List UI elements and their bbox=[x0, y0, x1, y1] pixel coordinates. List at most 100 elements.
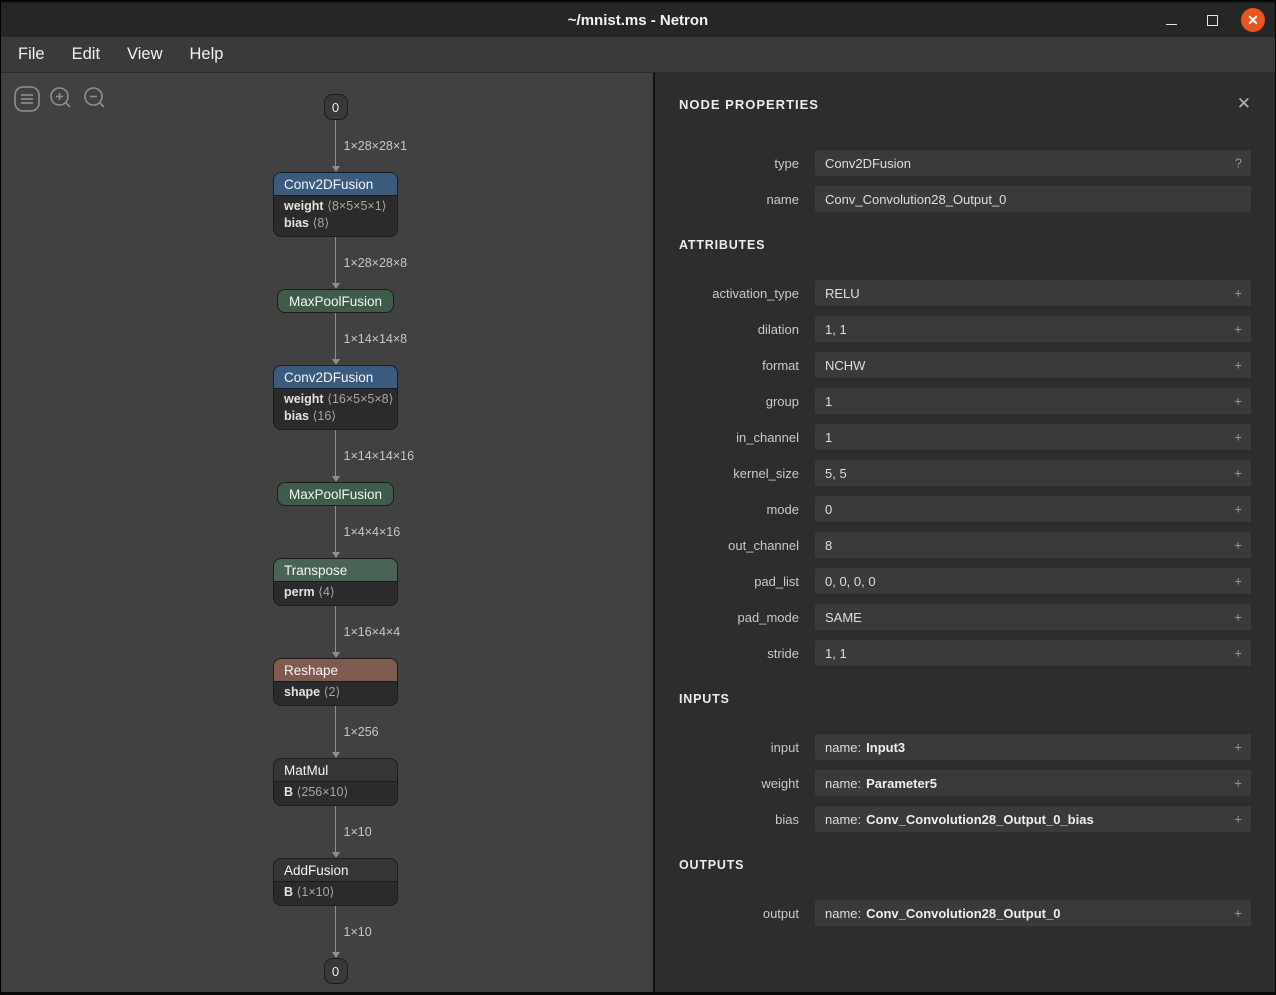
attribute-row: in_channel 1+ bbox=[679, 424, 1251, 450]
graph-node-addfusion[interactable]: AddFusion B ⟨1×10⟩ bbox=[273, 858, 398, 906]
graph-node-reshape[interactable]: Reshape shape ⟨2⟩ bbox=[273, 658, 398, 706]
maximize-button[interactable] bbox=[1200, 8, 1224, 32]
graph-node-maxpoolfusion-2[interactable]: MaxPoolFusion bbox=[277, 482, 394, 506]
tensor-shape-label[interactable]: 1×4×4×16 bbox=[344, 525, 401, 539]
edge: 1×14×14×16 bbox=[273, 430, 398, 482]
tensor-shape-label[interactable]: 1×28×28×1 bbox=[344, 139, 408, 153]
node-param: perm ⟨4⟩ bbox=[284, 584, 387, 601]
menu-icon bbox=[13, 85, 41, 113]
attribute-value-box[interactable]: 8+ bbox=[815, 532, 1251, 558]
tensor-shape-label[interactable]: 1×256 bbox=[344, 725, 379, 739]
menu-view[interactable]: View bbox=[118, 45, 171, 64]
property-row-name: name Conv_Convolution28_Output_0 bbox=[679, 186, 1251, 212]
node-param: bias ⟨8⟩ bbox=[284, 215, 387, 232]
attribute-value-box[interactable]: 1, 1+ bbox=[815, 316, 1251, 342]
expand-icon[interactable]: + bbox=[1234, 610, 1242, 625]
attribute-row: pad_list 0, 0, 0, 0+ bbox=[679, 568, 1251, 594]
node-param: shape ⟨2⟩ bbox=[284, 684, 387, 701]
edge: 1×14×14×8 bbox=[273, 313, 398, 365]
graph-node-maxpoolfusion-1[interactable]: MaxPoolFusion bbox=[277, 289, 394, 313]
arrow-down-icon bbox=[332, 552, 340, 558]
tensor-shape-label[interactable]: 1×16×4×4 bbox=[344, 625, 401, 639]
attribute-label: group bbox=[679, 394, 799, 409]
attribute-label: pad_list bbox=[679, 574, 799, 589]
input-value-box[interactable]: name:Parameter5+ bbox=[815, 770, 1251, 796]
expand-icon[interactable]: + bbox=[1234, 430, 1242, 445]
arrow-down-icon bbox=[332, 652, 340, 658]
minimize-button[interactable] bbox=[1159, 8, 1183, 32]
expand-icon[interactable]: + bbox=[1234, 812, 1242, 827]
expand-icon[interactable]: + bbox=[1234, 502, 1242, 517]
output-value-box[interactable]: name:Conv_Convolution28_Output_0+ bbox=[815, 900, 1251, 926]
node-title: Conv2DFusion bbox=[274, 366, 397, 389]
graph-output-node[interactable]: 0 bbox=[324, 958, 348, 984]
edge: 1×28×28×1 bbox=[273, 120, 398, 172]
expand-icon[interactable]: + bbox=[1234, 574, 1242, 589]
close-panel-button[interactable]: ✕ bbox=[1237, 97, 1251, 111]
tensor-shape-label[interactable]: 1×10 bbox=[344, 925, 372, 939]
help-icon[interactable]: ? bbox=[1235, 156, 1242, 171]
expand-icon[interactable]: + bbox=[1234, 646, 1242, 661]
attribute-row: pad_mode SAME+ bbox=[679, 604, 1251, 630]
graph-canvas[interactable]: 0 1×28×28×1 Conv2DFusion weight ⟨8×5×5×1… bbox=[1, 73, 653, 992]
graph-node-conv2dfusion-1[interactable]: Conv2DFusion weight ⟨8×5×5×1⟩ bias ⟨8⟩ bbox=[273, 172, 398, 237]
expand-icon[interactable]: + bbox=[1234, 538, 1242, 553]
type-value-box[interactable]: Conv2DFusion ? bbox=[815, 150, 1251, 176]
zoom-out-button[interactable] bbox=[81, 85, 109, 113]
close-window-button[interactable]: ✕ bbox=[1241, 8, 1265, 32]
edge: 1×16×4×4 bbox=[273, 606, 398, 658]
input-row: bias name:Conv_Convolution28_Output_0_bi… bbox=[679, 806, 1251, 832]
attribute-value-box[interactable]: 1+ bbox=[815, 388, 1251, 414]
attribute-value-box[interactable]: 0+ bbox=[815, 496, 1251, 522]
arrow-down-icon bbox=[332, 359, 340, 365]
panel-title: NODE PROPERTIES bbox=[679, 97, 819, 112]
arrow-down-icon bbox=[332, 952, 340, 958]
sidebar-menu-button[interactable] bbox=[13, 85, 41, 113]
arrow-down-icon bbox=[332, 283, 340, 289]
window-controls: ✕ bbox=[1159, 3, 1265, 37]
model-graph: 0 1×28×28×1 Conv2DFusion weight ⟨8×5×5×1… bbox=[273, 94, 398, 984]
tensor-shape-label[interactable]: 1×28×28×8 bbox=[344, 256, 408, 270]
expand-icon[interactable]: + bbox=[1234, 394, 1242, 409]
output-row: output name:Conv_Convolution28_Output_0+ bbox=[679, 900, 1251, 926]
tensor-shape-label[interactable]: 1×10 bbox=[344, 825, 372, 839]
expand-icon[interactable]: + bbox=[1234, 358, 1242, 373]
menu-file[interactable]: File bbox=[9, 45, 54, 64]
input-value-box[interactable]: name:Input3+ bbox=[815, 734, 1251, 760]
output-label: output bbox=[679, 906, 799, 921]
attribute-value-box[interactable]: 1+ bbox=[815, 424, 1251, 450]
name-value-box[interactable]: Conv_Convolution28_Output_0 bbox=[815, 186, 1251, 212]
attribute-value-box[interactable]: 0, 0, 0, 0+ bbox=[815, 568, 1251, 594]
menu-edit[interactable]: Edit bbox=[63, 45, 109, 64]
zoom-out-icon bbox=[81, 85, 109, 113]
tensor-shape-label[interactable]: 1×14×14×16 bbox=[344, 449, 415, 463]
close-icon: ✕ bbox=[1237, 94, 1251, 113]
input-value-box[interactable]: name:Conv_Convolution28_Output_0_bias+ bbox=[815, 806, 1251, 832]
expand-icon[interactable]: + bbox=[1234, 740, 1242, 755]
inputs-section-title: INPUTS bbox=[679, 692, 1251, 706]
attribute-value-box[interactable]: RELU+ bbox=[815, 280, 1251, 306]
attribute-value-box[interactable]: 1, 1+ bbox=[815, 640, 1251, 666]
graph-node-transpose[interactable]: Transpose perm ⟨4⟩ bbox=[273, 558, 398, 606]
expand-icon[interactable]: + bbox=[1234, 776, 1242, 791]
expand-icon[interactable]: + bbox=[1234, 322, 1242, 337]
outputs-section-title: OUTPUTS bbox=[679, 858, 1251, 872]
input-label: bias bbox=[679, 812, 799, 827]
attribute-label: stride bbox=[679, 646, 799, 661]
graph-node-matmul[interactable]: MatMul B ⟨256×10⟩ bbox=[273, 758, 398, 806]
input-label: weight bbox=[679, 776, 799, 791]
attribute-value-box[interactable]: 5, 5+ bbox=[815, 460, 1251, 486]
tensor-shape-label[interactable]: 1×14×14×8 bbox=[344, 332, 408, 346]
zoom-in-button[interactable] bbox=[47, 85, 75, 113]
attribute-value-box[interactable]: SAME+ bbox=[815, 604, 1251, 630]
expand-icon[interactable]: + bbox=[1234, 906, 1242, 921]
zoom-in-icon bbox=[47, 85, 75, 113]
menu-help[interactable]: Help bbox=[181, 45, 233, 64]
input-row: input name:Input3+ bbox=[679, 734, 1251, 760]
expand-icon[interactable]: + bbox=[1234, 286, 1242, 301]
graph-input-node[interactable]: 0 bbox=[324, 94, 348, 120]
attribute-label: format bbox=[679, 358, 799, 373]
attribute-value-box[interactable]: NCHW+ bbox=[815, 352, 1251, 378]
graph-node-conv2dfusion-2[interactable]: Conv2DFusion weight ⟨16×5×5×8⟩ bias ⟨16⟩ bbox=[273, 365, 398, 430]
expand-icon[interactable]: + bbox=[1234, 466, 1242, 481]
